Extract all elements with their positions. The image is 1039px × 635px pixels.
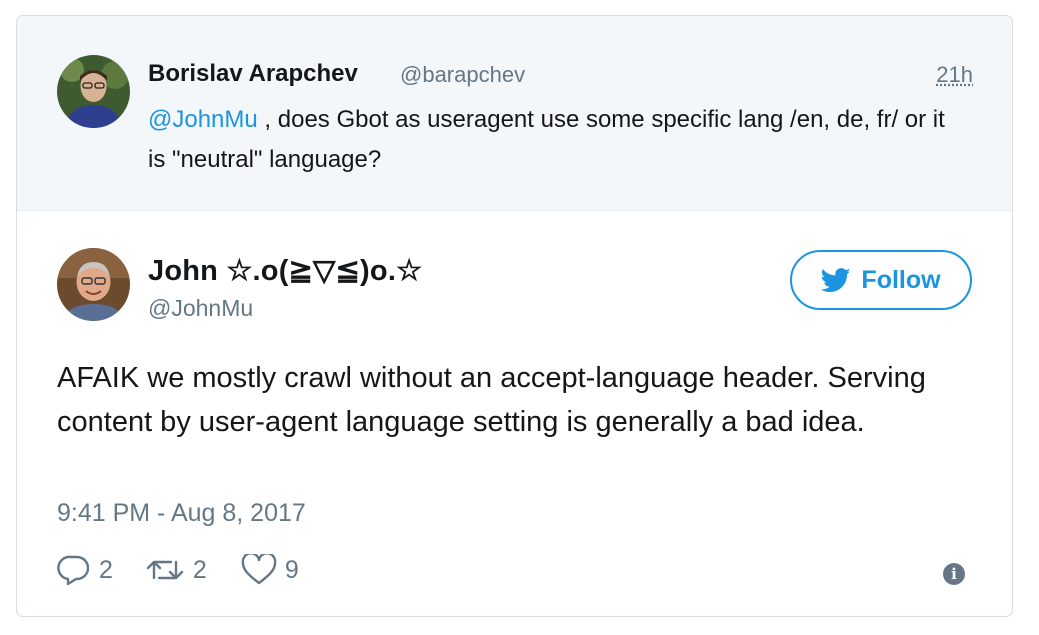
parent-avatar[interactable] [57, 55, 130, 128]
parent-tweet-body: , does Gbot as useragent use some specif… [148, 106, 945, 173]
user-avatar-icon [57, 248, 130, 321]
like-action[interactable]: 9 [241, 554, 299, 586]
reply-action[interactable]: 2 [57, 554, 113, 586]
reply-icon [57, 555, 90, 586]
parent-author-name[interactable]: Borislav Arapchev [148, 60, 358, 88]
author-handle[interactable]: @JohnMu [148, 295, 253, 322]
author-name[interactable]: John ☆.o(≧▽≦)o.☆ [148, 253, 422, 288]
retweet-count: 2 [192, 555, 207, 584]
parent-tweet[interactable]: Borislav Arapchev @barapchev 21h @JohnMu… [17, 16, 1012, 211]
info-icon[interactable]: i [943, 563, 965, 585]
reply-count: 2 [99, 555, 113, 584]
mention-link[interactable]: @JohnMu [148, 106, 258, 133]
retweet-icon [146, 560, 184, 580]
parent-tweet-text: @JohnMu , does Gbot as useragent use som… [148, 100, 968, 180]
parent-timestamp[interactable]: 21h [936, 62, 973, 88]
tweet-actions: 2 2 9 [57, 554, 299, 586]
tweet-embed-card: Borislav Arapchev @barapchev 21h @JohnMu… [16, 15, 1013, 617]
twitter-bird-icon [821, 267, 851, 292]
heart-icon [241, 554, 277, 585]
follow-label: Follow [861, 265, 941, 294]
retweet-action[interactable]: 2 [145, 555, 207, 585]
author-avatar[interactable] [57, 248, 130, 321]
follow-button[interactable]: Follow [790, 250, 972, 310]
tweet-timestamp[interactable]: 9:41 PM - Aug 8, 2017 [57, 499, 306, 528]
parent-author-handle[interactable]: @barapchev [400, 62, 525, 88]
user-avatar-icon [57, 55, 130, 128]
tweet-text: AFAIK we mostly crawl without an accept-… [57, 362, 926, 438]
like-count: 9 [284, 555, 299, 584]
